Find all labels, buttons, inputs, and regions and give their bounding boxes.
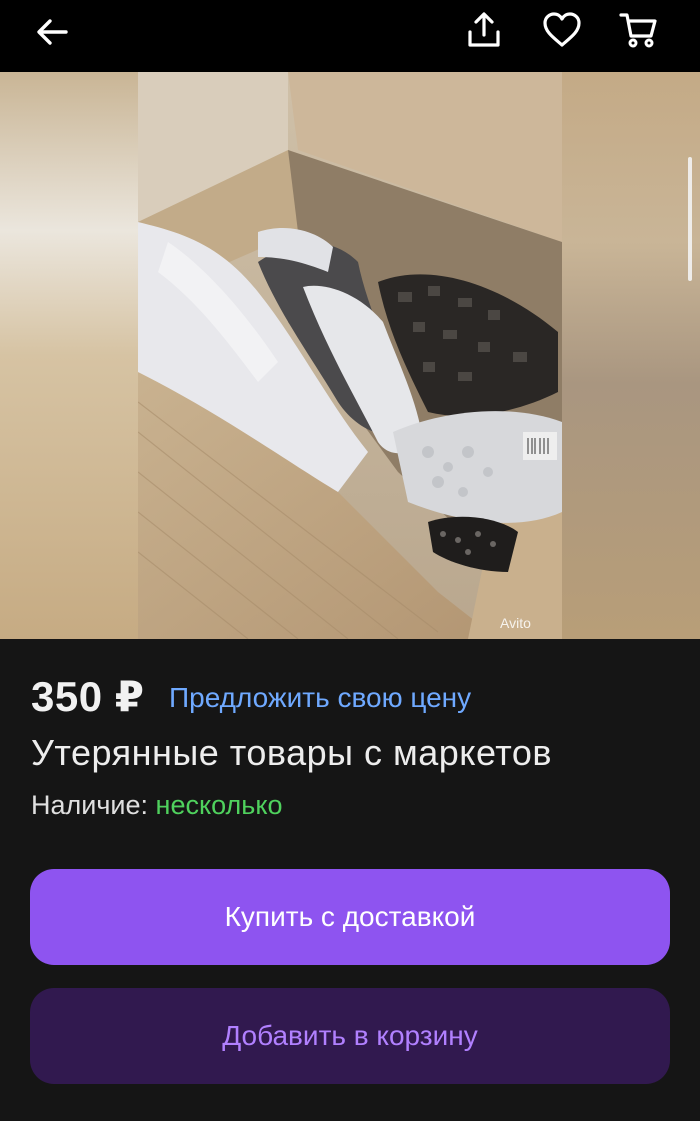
price: 350 ₽	[31, 673, 145, 720]
add-to-cart-button[interactable]: Добавить в корзину	[30, 988, 670, 1084]
share-icon[interactable]	[462, 8, 506, 52]
buy-with-delivery-button[interactable]: Купить с доставкой	[30, 869, 670, 965]
photo-gallery[interactable]: Avito	[0, 72, 700, 639]
price-row: 350 ₽ Предложить свою цену	[31, 672, 681, 726]
add-to-cart-label: Добавить в корзину	[222, 1020, 478, 1051]
availability-label: Наличие:	[31, 790, 149, 820]
availability: Наличие: несколько	[31, 790, 282, 821]
heart-icon[interactable]	[540, 8, 584, 52]
listing-photo[interactable]: Avito	[138, 72, 562, 639]
top-app-bar	[0, 0, 700, 72]
arrow-left-icon[interactable]	[30, 10, 74, 54]
cart-icon[interactable]	[617, 8, 661, 52]
watermark-text: Avito	[500, 615, 531, 631]
listing-title: Утерянные товары с маркетов	[31, 732, 552, 773]
availability-value: несколько	[155, 790, 283, 820]
offer-price-link[interactable]: Предложить свою цену	[169, 682, 471, 714]
gallery-scroll-indicator	[688, 157, 692, 281]
gallery-blur-left	[0, 72, 138, 639]
gallery-blur-right	[562, 72, 700, 639]
buy-with-delivery-label: Купить с доставкой	[224, 901, 476, 932]
